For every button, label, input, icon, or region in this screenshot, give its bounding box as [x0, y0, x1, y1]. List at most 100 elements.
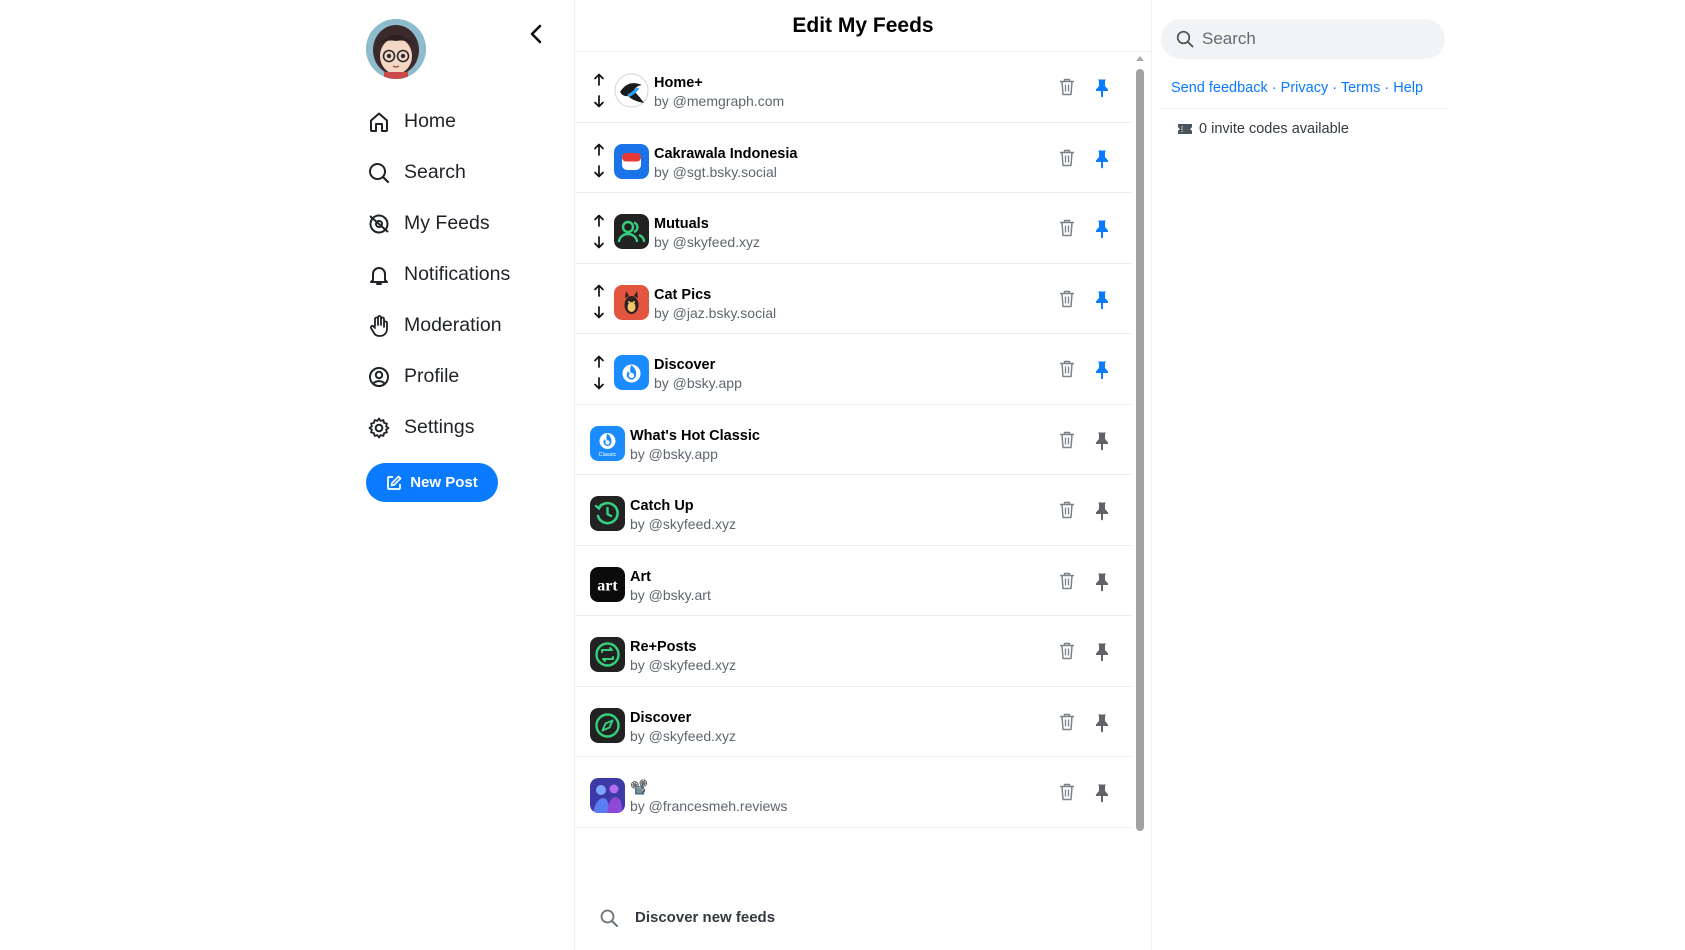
- user-circle-icon: [366, 364, 392, 390]
- feed-info: Discover by @skyfeed.xyz: [630, 709, 736, 746]
- nav-item-profile[interactable]: Profile: [366, 351, 510, 402]
- trash-icon[interactable]: [1057, 429, 1077, 451]
- pin-icon[interactable]: [1091, 288, 1113, 312]
- feed-info: Catch Up by @skyfeed.xyz: [630, 497, 736, 534]
- pin-icon[interactable]: [1091, 217, 1113, 241]
- search-icon: [366, 160, 392, 186]
- scrollbar-thumb[interactable]: [1136, 69, 1144, 831]
- help-link[interactable]: Help: [1393, 80, 1423, 96]
- page-header: Edit My Feeds: [575, 0, 1151, 52]
- feed-author: by @bsky.app: [630, 445, 718, 462]
- terms-link[interactable]: Terms: [1341, 80, 1380, 96]
- move-down-icon[interactable]: [592, 306, 606, 320]
- pin-icon[interactable]: [1091, 76, 1113, 100]
- pin-icon[interactable]: [1091, 711, 1113, 735]
- trash-icon[interactable]: [1057, 781, 1077, 803]
- feed-row[interactable]: Classic What's Hot Classic by @bsky.app: [575, 405, 1131, 475]
- move-down-icon[interactable]: [592, 165, 606, 179]
- pin-icon[interactable]: [1091, 570, 1113, 594]
- scrollbar[interactable]: [1132, 52, 1148, 950]
- feed-row[interactable]: Cat Pics by @jaz.bsky.social: [575, 264, 1131, 334]
- pin-icon[interactable]: [1091, 429, 1113, 453]
- feed-row[interactable]: Discover by @bsky.app: [575, 334, 1131, 405]
- ticket-icon: [1178, 124, 1192, 134]
- move-up-icon[interactable]: [592, 143, 606, 157]
- nav-item-label: Notifications: [404, 263, 511, 285]
- cat-icon: [614, 284, 649, 320]
- feed-info: Discover by @bsky.app: [654, 356, 742, 393]
- trash-icon[interactable]: [1057, 358, 1077, 380]
- feed-info: Art by @bsky.art: [630, 568, 711, 605]
- search-input[interactable]: [1202, 29, 1422, 49]
- pin-icon[interactable]: [1091, 499, 1113, 523]
- nav-item-moderation[interactable]: Moderation: [366, 300, 510, 351]
- feed-name: Discover: [630, 709, 692, 726]
- nav-item-my-feeds[interactable]: My Feeds: [366, 198, 510, 249]
- new-post-button[interactable]: New Post: [366, 463, 498, 502]
- feed-row[interactable]: Cakrawala Indonesia by @sgt.bsky.social: [575, 123, 1131, 193]
- gear-icon: [366, 415, 392, 441]
- trash-icon[interactable]: [1057, 711, 1077, 733]
- trash-icon[interactable]: [1057, 288, 1077, 310]
- search-icon: [599, 908, 619, 933]
- nav-item-search[interactable]: Search: [366, 147, 510, 198]
- feed-name: Catch Up: [630, 498, 694, 514]
- feed-name: Cat Pics: [654, 286, 712, 303]
- trash-icon[interactable]: [1057, 147, 1077, 169]
- move-down-icon[interactable]: [592, 376, 606, 390]
- send-feedback-link[interactable]: Send feedback: [1171, 80, 1268, 96]
- feed-name: Discover: [654, 357, 716, 373]
- bird-icon: [614, 73, 649, 108]
- back-button[interactable]: [522, 20, 550, 48]
- nav-item-home[interactable]: Home: [366, 96, 510, 147]
- feed-row[interactable]: 📽️ by @francesmeh.reviews: [575, 757, 1131, 828]
- discover-new-feeds-button[interactable]: Discover new feeds: [575, 898, 1131, 950]
- feed-row[interactable]: art Art by @bsky.art: [575, 546, 1131, 616]
- feed-author: by @memgraph.com: [654, 93, 785, 109]
- nav-item-label: Moderation: [404, 314, 502, 336]
- move-down-icon[interactable]: [592, 94, 606, 108]
- link-separator: ·: [1271, 80, 1277, 96]
- nav-item-settings[interactable]: Settings: [366, 402, 510, 453]
- feed-row[interactable]: Re+Posts by @skyfeed.xyz: [575, 616, 1131, 687]
- feed-row[interactable]: Catch Up by @skyfeed.xyz: [575, 475, 1131, 546]
- nav-item-notifications[interactable]: Notifications: [366, 249, 510, 300]
- search-box[interactable]: [1161, 19, 1445, 59]
- move-up-icon[interactable]: [592, 284, 606, 298]
- trash-icon[interactable]: [1057, 640, 1077, 662]
- move-up-icon[interactable]: [592, 213, 606, 227]
- feeds-panel: Edit My Feeds Home+ by @memgraph.com Cakra…: [574, 0, 1152, 950]
- trash-icon[interactable]: [1057, 217, 1077, 239]
- feed-row[interactable]: Mutuals by @skyfeed.xyz: [575, 193, 1131, 264]
- scroll-up-arrow[interactable]: [1136, 56, 1144, 61]
- nav-item-label: Settings: [404, 416, 475, 438]
- left-sidebar: Home Search My Feeds Notifications Moder…: [360, 0, 570, 950]
- feed-info: Cat Pics by @jaz.bsky.social: [654, 286, 776, 323]
- link-separator: ·: [1384, 80, 1390, 96]
- trash-icon[interactable]: [1057, 499, 1077, 521]
- invite-codes[interactable]: 0 invite codes available: [1177, 121, 1349, 137]
- trash-icon[interactable]: [1057, 76, 1077, 98]
- footer-links: Send feedback · Privacy · Terms · Help: [1171, 80, 1423, 96]
- pin-icon[interactable]: [1091, 640, 1113, 664]
- move-up-icon[interactable]: [592, 72, 606, 86]
- move-up-icon[interactable]: [592, 354, 606, 368]
- invite-codes-label: 0 invite codes available: [1199, 121, 1349, 137]
- avatar[interactable]: [366, 19, 426, 79]
- divider: [1161, 108, 1449, 109]
- trash-icon[interactable]: [1057, 570, 1077, 592]
- feed-info: Mutuals by @skyfeed.xyz: [654, 215, 760, 252]
- pin-icon[interactable]: [1091, 358, 1113, 382]
- feed-name: 📽️: [630, 780, 649, 796]
- feed-author: by @skyfeed.xyz: [654, 234, 761, 250]
- feed-row[interactable]: Home+ by @memgraph.com: [575, 52, 1131, 123]
- feed-author: by @jaz.bsky.social: [654, 304, 777, 321]
- feed-info: Re+Posts by @skyfeed.xyz: [630, 638, 736, 675]
- move-down-icon[interactable]: [592, 235, 606, 249]
- avatar-illustration: [366, 19, 426, 79]
- nav-item-label: Home: [404, 110, 457, 132]
- pin-icon[interactable]: [1091, 781, 1113, 805]
- privacy-link[interactable]: Privacy: [1281, 80, 1329, 96]
- pin-icon[interactable]: [1091, 147, 1113, 171]
- feed-row[interactable]: Discover by @skyfeed.xyz: [575, 687, 1131, 757]
